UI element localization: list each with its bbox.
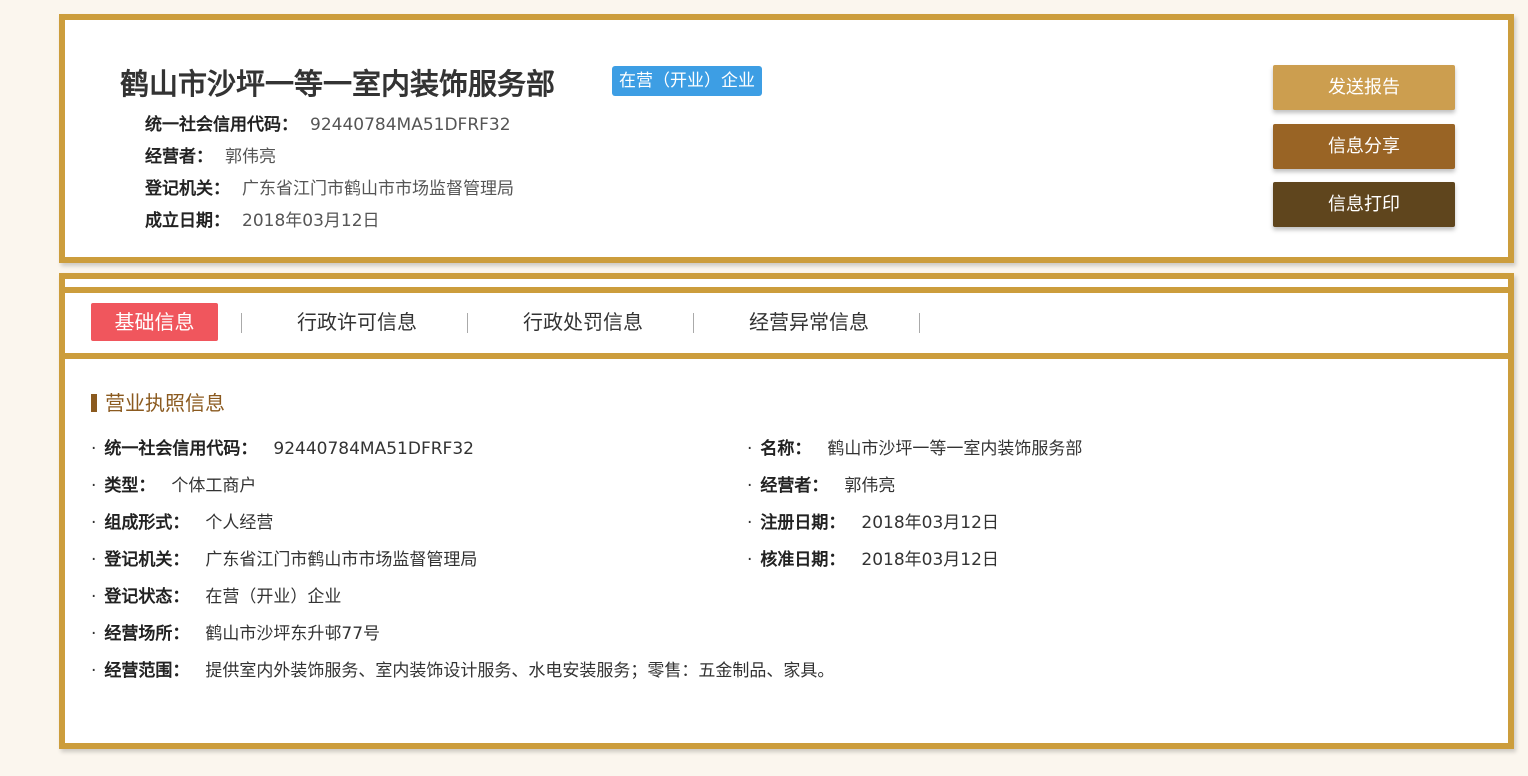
company-name: 鹤山市沙坪一等一室内装饰服务部 bbox=[120, 67, 556, 101]
info-label: 经营者： bbox=[760, 476, 829, 496]
info-value: 鹤山市沙坪一等一室内装饰服务部 bbox=[827, 439, 1083, 459]
bullet-icon: · bbox=[91, 476, 97, 496]
summary-registration-authority: 登记机关： 广东省江门市鹤山市市场监督管理局 bbox=[145, 176, 514, 202]
tab-basic-info[interactable]: 基础信息 bbox=[91, 303, 218, 341]
info-label: 登记机关： bbox=[104, 550, 190, 570]
summary-label: 登记机关： bbox=[145, 179, 230, 199]
send-report-button[interactable]: 发送报告 bbox=[1273, 65, 1455, 110]
info-label: 核准日期： bbox=[760, 550, 846, 570]
info-label: 类型： bbox=[104, 476, 156, 496]
bullet-icon: · bbox=[747, 513, 753, 533]
tab-divider bbox=[241, 313, 242, 333]
info-value: 广东省江门市鹤山市市场监督管理局 bbox=[205, 550, 478, 570]
bullet-icon: · bbox=[747, 476, 753, 496]
info-value: 提供室内外装饰服务、室内装饰设计服务、水电安装服务；零售：五金制品、家具。 bbox=[205, 661, 835, 681]
info-label: 统一社会信用代码： bbox=[104, 439, 258, 459]
info-business-address: · 经营场所： 鹤山市沙坪东升邨77号 bbox=[91, 621, 380, 647]
info-value: 鹤山市沙坪东升邨77号 bbox=[205, 624, 381, 644]
info-label: 登记状态： bbox=[104, 587, 190, 607]
tab-abnormal-operation[interactable]: 经营异常信息 bbox=[749, 303, 869, 341]
info-label: 经营场所： bbox=[104, 624, 190, 644]
info-value: 2018年03月12日 bbox=[861, 513, 999, 533]
info-composition: · 组成形式： 个人经营 bbox=[91, 510, 273, 536]
info-value: 在营（开业）企业 bbox=[205, 587, 342, 607]
bullet-icon: · bbox=[91, 661, 97, 681]
info-company-name: · 名称： 鹤山市沙坪一等一室内装饰服务部 bbox=[747, 436, 1082, 462]
info-value: 郭伟亮 bbox=[844, 476, 896, 496]
bullet-icon: · bbox=[747, 550, 753, 570]
print-info-button[interactable]: 信息打印 bbox=[1273, 182, 1455, 227]
detail-card: 基础信息 行政许可信息 行政处罚信息 经营异常信息 营业执照信息 · 统一社会信用… bbox=[59, 273, 1514, 749]
bullet-icon: · bbox=[91, 624, 97, 644]
bullet-icon: · bbox=[91, 439, 97, 459]
info-value: 个人经营 bbox=[205, 513, 274, 533]
summary-value: 广东省江门市鹤山市市场监督管理局 bbox=[242, 179, 514, 199]
tab-divider bbox=[467, 313, 468, 333]
info-registration-status: · 登记状态： 在营（开业）企业 bbox=[91, 584, 341, 610]
company-summary-card: 鹤山市沙坪一等一室内装饰服务部 在营（开业）企业 统一社会信用代码： 924407… bbox=[59, 14, 1514, 263]
tab-bar: 基础信息 行政许可信息 行政处罚信息 经营异常信息 bbox=[65, 287, 1508, 359]
bullet-icon: · bbox=[91, 513, 97, 533]
info-type: · 类型： 个体工商户 bbox=[91, 473, 256, 499]
summary-label: 成立日期： bbox=[145, 211, 230, 231]
section-title: 营业执照信息 bbox=[91, 389, 225, 417]
info-value: 2018年03月12日 bbox=[861, 550, 999, 570]
bullet-icon: · bbox=[747, 439, 753, 459]
info-label: 注册日期： bbox=[760, 513, 846, 533]
summary-value: 92440784MA51DFRF32 bbox=[310, 115, 511, 135]
share-info-button[interactable]: 信息分享 bbox=[1273, 124, 1455, 169]
summary-operator: 经营者： 郭伟亮 bbox=[145, 144, 276, 170]
summary-credit-code: 统一社会信用代码： 92440784MA51DFRF32 bbox=[145, 112, 511, 138]
info-label: 经营范围： bbox=[104, 661, 190, 681]
tab-admin-license[interactable]: 行政许可信息 bbox=[297, 303, 417, 341]
summary-label: 经营者： bbox=[145, 147, 213, 167]
info-value: 个体工商户 bbox=[171, 476, 257, 496]
info-registration-authority: · 登记机关： 广东省江门市鹤山市市场监督管理局 bbox=[91, 547, 477, 573]
bullet-icon: · bbox=[91, 550, 97, 570]
summary-value: 郭伟亮 bbox=[225, 147, 276, 167]
tab-divider bbox=[919, 313, 920, 333]
info-label: 组成形式： bbox=[104, 513, 190, 533]
info-value: 92440784MA51DFRF32 bbox=[273, 439, 474, 459]
info-registration-date: · 注册日期： 2018年03月12日 bbox=[747, 510, 999, 536]
summary-value: 2018年03月12日 bbox=[242, 211, 380, 231]
summary-label: 统一社会信用代码： bbox=[145, 115, 298, 135]
info-label: 名称： bbox=[760, 439, 812, 459]
info-credit-code: · 统一社会信用代码： 92440784MA51DFRF32 bbox=[91, 436, 474, 462]
info-operator: · 经营者： 郭伟亮 bbox=[747, 473, 895, 499]
info-approval-date: · 核准日期： 2018年03月12日 bbox=[747, 547, 999, 573]
tab-divider bbox=[693, 313, 694, 333]
tab-admin-penalty[interactable]: 行政处罚信息 bbox=[523, 303, 643, 341]
summary-established-date: 成立日期： 2018年03月12日 bbox=[145, 208, 380, 234]
bullet-icon: · bbox=[91, 587, 97, 607]
status-badge: 在营（开业）企业 bbox=[612, 66, 762, 96]
info-business-scope: · 经营范围： 提供室内外装饰服务、室内装饰设计服务、水电安装服务；零售：五金制品、… bbox=[91, 658, 834, 684]
